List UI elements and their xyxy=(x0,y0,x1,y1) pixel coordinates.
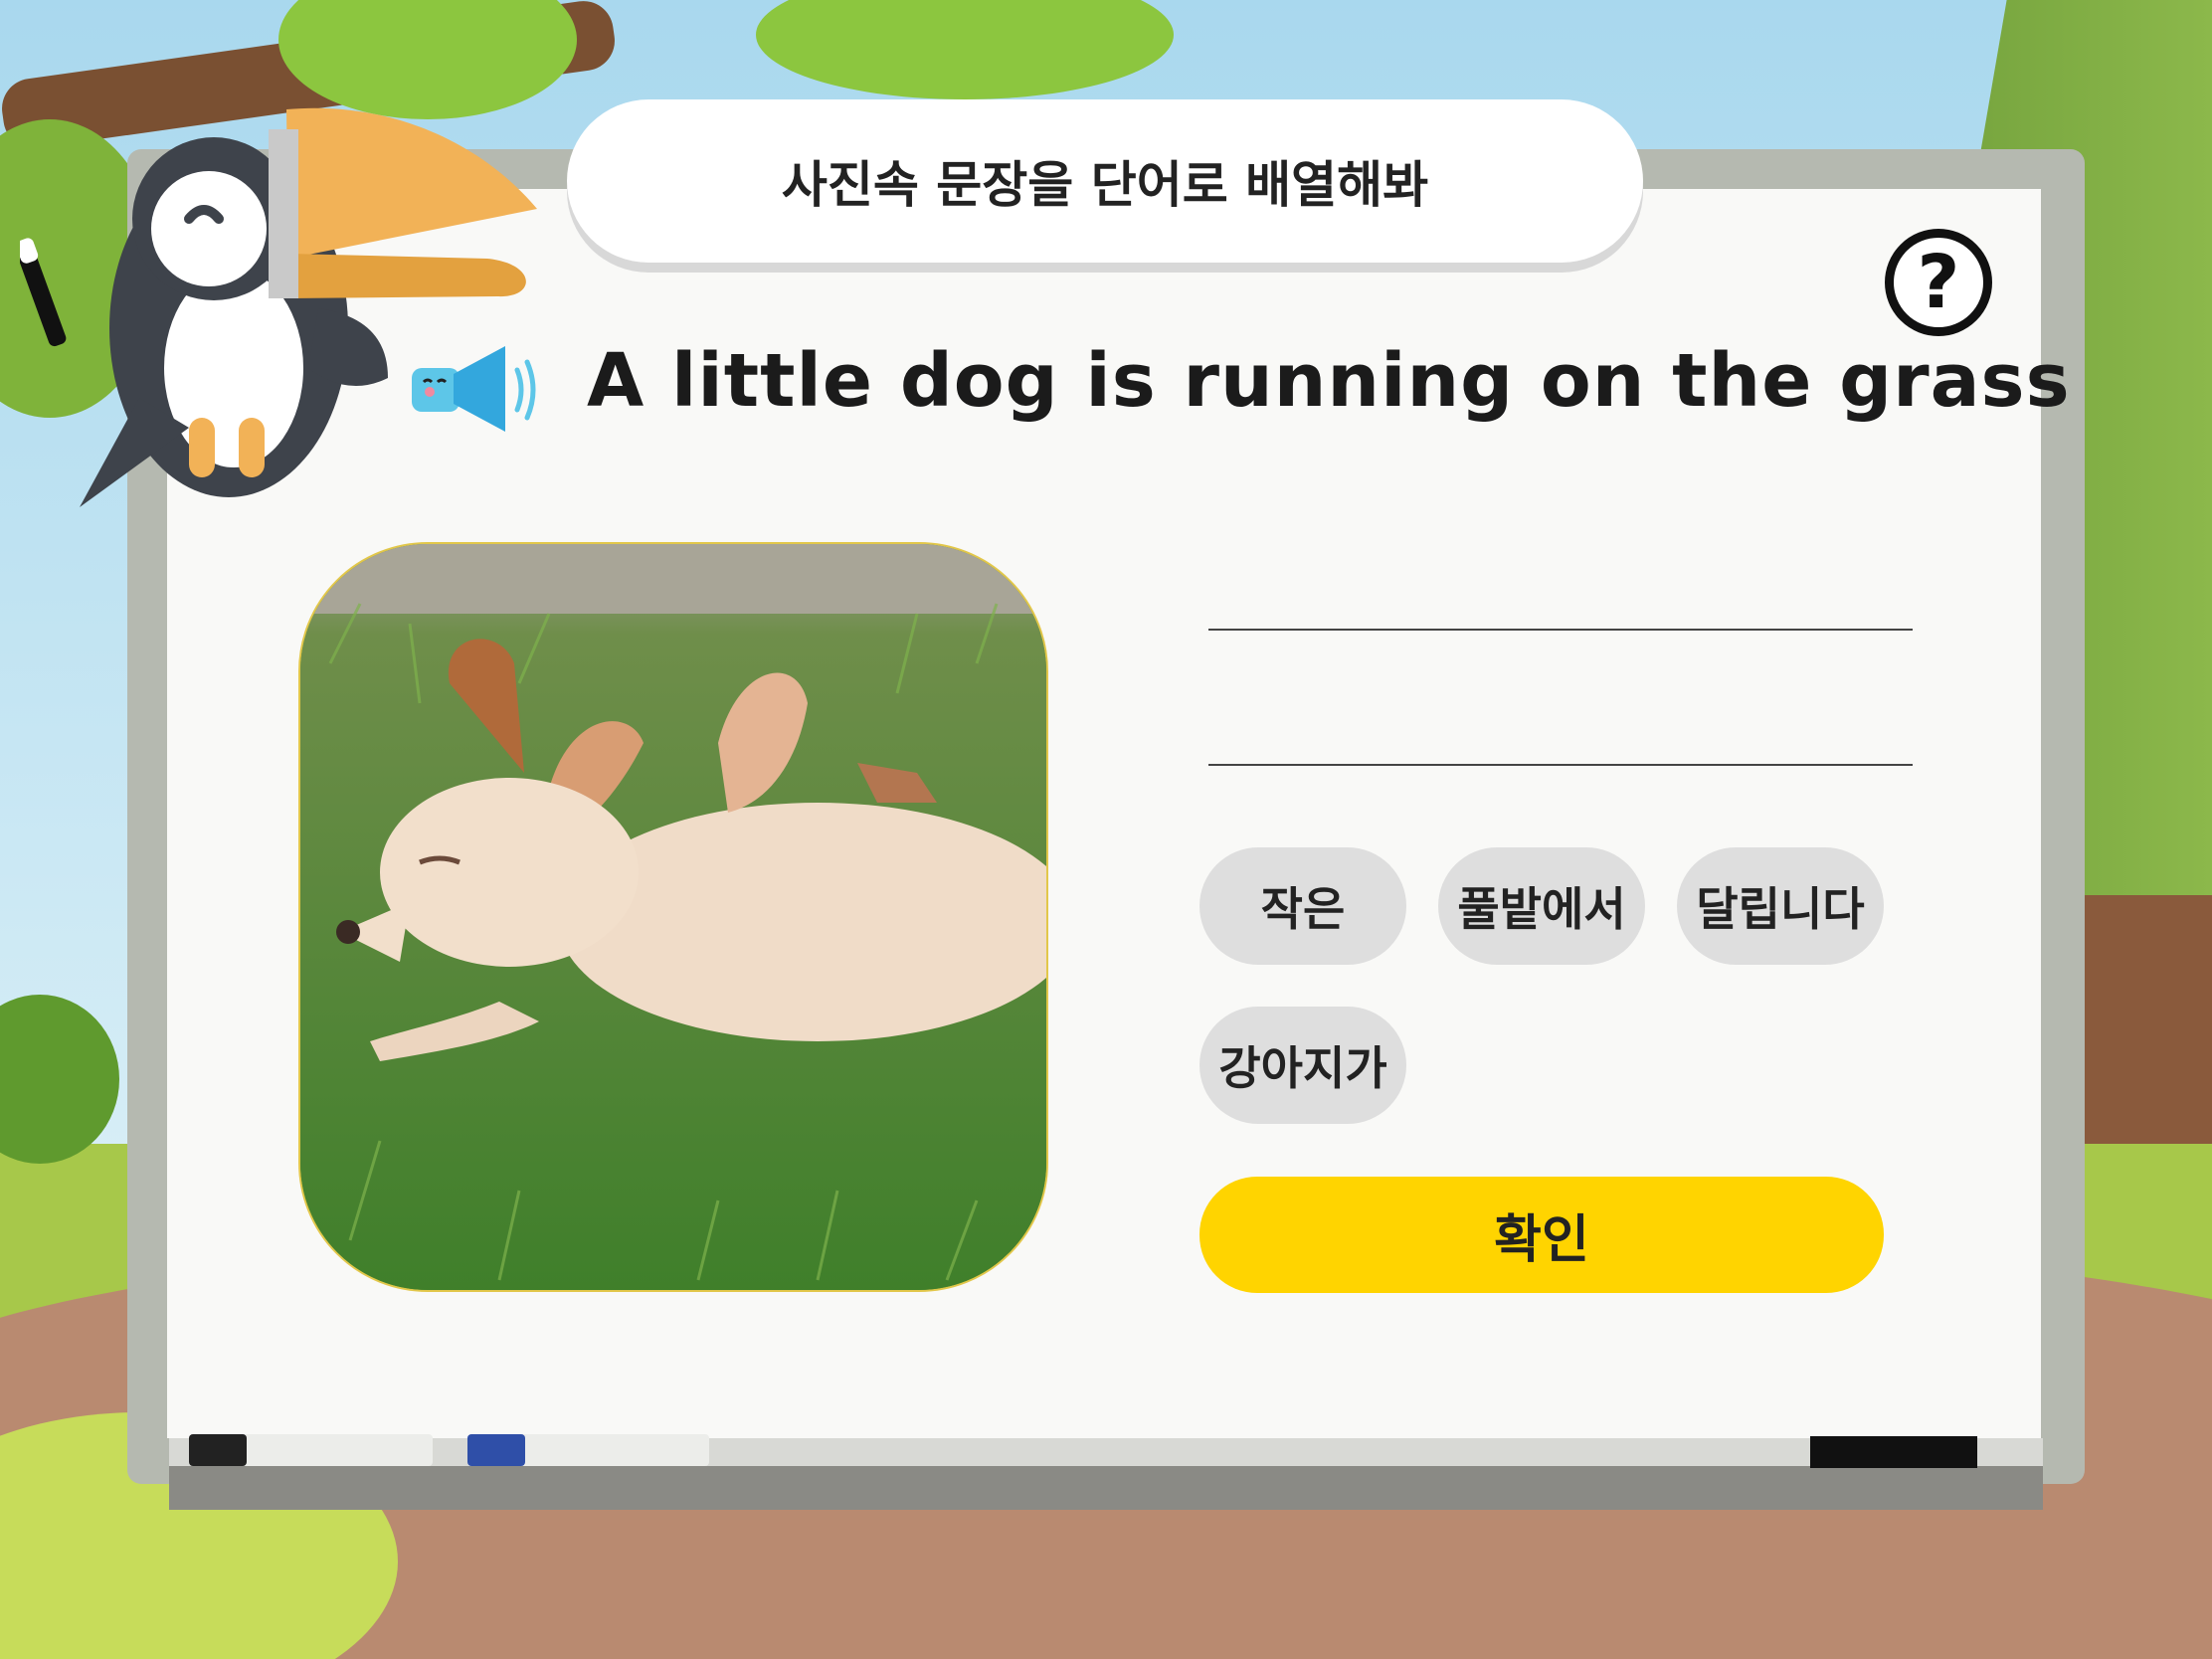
marker-tray-base xyxy=(169,1466,2043,1510)
board-eraser xyxy=(1810,1436,1977,1468)
confirm-button[interactable]: 확인 xyxy=(1199,1177,1884,1293)
word-chip[interactable]: 풀밭에서 xyxy=(1438,847,1645,965)
marker-tray xyxy=(169,1438,2043,1466)
blue-marker-cap xyxy=(467,1434,525,1466)
dog-photo xyxy=(298,542,1048,1292)
toucan-mascot xyxy=(20,107,537,507)
help-button[interactable]: ? xyxy=(1885,229,1992,336)
answer-line-2 xyxy=(1208,764,1913,766)
answer-line-1 xyxy=(1208,629,1913,631)
dog-running-image xyxy=(300,544,1046,1290)
confirm-label: 확인 xyxy=(1494,1210,1589,1270)
word-chip-label: 작은 xyxy=(1260,882,1346,936)
speaker-icon[interactable] xyxy=(408,338,537,438)
instruction-banner: 사진속 문장을 단어로 배열해봐 xyxy=(567,99,1643,263)
word-chip-label: 강아지가 xyxy=(1218,1041,1387,1095)
word-chip[interactable]: 달립니다 xyxy=(1677,847,1884,965)
word-chip-label: 풀밭에서 xyxy=(1457,882,1626,936)
word-chip-label: 달립니다 xyxy=(1696,882,1865,936)
black-marker-cap xyxy=(189,1434,247,1466)
question-mark-icon: ? xyxy=(1917,240,1960,325)
word-chip[interactable]: 강아지가 xyxy=(1199,1007,1406,1124)
prompt-sentence: A little dog is running on the grass xyxy=(587,338,2071,424)
instruction-text: 사진속 문장을 단어로 배열해봐 xyxy=(781,156,1429,214)
word-chip[interactable]: 작은 xyxy=(1199,847,1406,965)
